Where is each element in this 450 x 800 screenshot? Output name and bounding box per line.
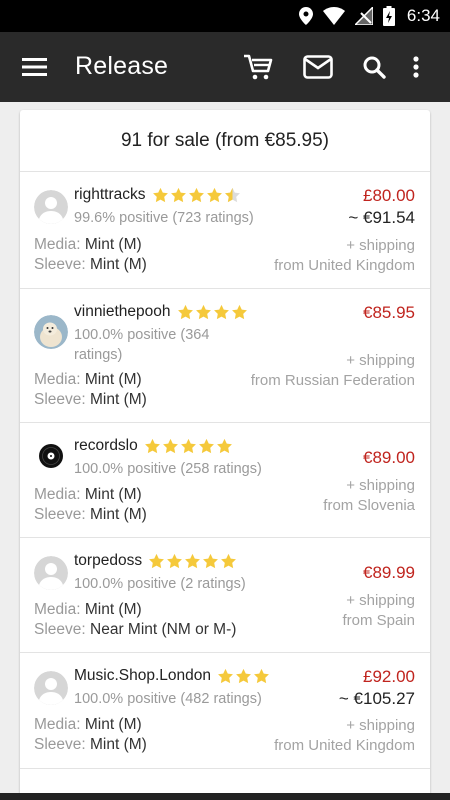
star-icon <box>195 304 211 320</box>
item-price: £92.00 <box>363 667 415 686</box>
sleeve-condition: Sleeve: Mint (M) <box>34 256 147 273</box>
listing-item[interactable]: recordslo 100.0% positive (258 ratings) … <box>20 423 430 538</box>
clock: 6:34 <box>406 6 440 25</box>
media-condition: Media: Mint (M) <box>34 371 142 388</box>
more-options-icon[interactable] <box>404 51 428 83</box>
for-sale-summary[interactable]: 91 for sale (from €85.95) <box>20 110 430 172</box>
seller-name[interactable]: vinniethepooh <box>74 303 171 321</box>
seller-rating-text: 100.0% positive (258 ratings) <box>74 461 262 477</box>
sleeve-condition: Sleeve: Near Mint (NM or M-) <box>34 621 237 638</box>
item-price: €89.99 <box>363 563 415 582</box>
default-avatar-icon <box>34 556 68 590</box>
dog-photo-avatar-icon <box>34 315 68 349</box>
seller-rating-stars <box>177 304 248 320</box>
shipping-text: + shipping <box>346 717 415 734</box>
default-avatar-icon <box>34 671 68 705</box>
media-condition: Media: Mint (M) <box>34 601 142 618</box>
seller-rating-stars <box>144 438 233 454</box>
status-bar: 6:34 <box>0 0 450 32</box>
star-icon <box>218 668 233 684</box>
seller-name[interactable]: righttracks <box>74 186 146 204</box>
star-icon <box>213 304 229 320</box>
seller-name[interactable]: recordslo <box>74 437 138 455</box>
star-icon <box>231 304 247 320</box>
star-icon <box>216 438 232 454</box>
star-icon <box>177 304 193 320</box>
shipping-text: + shipping <box>346 237 415 254</box>
item-price: €85.95 <box>363 303 415 322</box>
star-icon <box>167 553 183 569</box>
star-icon <box>188 187 204 203</box>
seller-rating-text: 100.0% positive (2 ratings) <box>74 576 246 592</box>
seller-name[interactable]: torpedoss <box>74 552 142 570</box>
default-avatar-icon <box>34 190 68 224</box>
ships-from: from Spain <box>342 612 415 629</box>
location-icon <box>298 7 313 25</box>
ships-from: from United Kingdom <box>274 737 415 754</box>
seller-rating-text: 100.0% positive (364 ratings) <box>74 327 210 363</box>
battery-charging-icon <box>382 6 395 26</box>
shipping-text: + shipping <box>346 592 415 609</box>
star-icon <box>203 553 219 569</box>
star-icon <box>221 553 237 569</box>
cart-icon[interactable] <box>242 51 274 83</box>
item-price: £80.00 <box>363 186 415 205</box>
media-condition: Media: Mint (M) <box>34 236 142 253</box>
star-icon <box>180 438 196 454</box>
converted-price: ~ €105.27 <box>338 689 415 708</box>
seller-rating-stars <box>217 668 270 684</box>
half-star-icon <box>224 187 240 203</box>
ships-from: from United Kingdom <box>274 257 415 274</box>
sleeve-condition: Sleeve: Mint (M) <box>34 736 147 753</box>
shipping-text: + shipping <box>346 352 415 369</box>
star-icon <box>152 187 168 203</box>
app-bar: Release <box>0 32 450 102</box>
mail-icon[interactable] <box>302 51 334 83</box>
navigation-bar <box>0 793 450 800</box>
vinyl-logo-avatar-icon <box>34 439 68 473</box>
seller-name[interactable]: Music.Shop.London <box>74 667 211 685</box>
seller-rating-stars <box>148 553 237 569</box>
star-icon <box>185 553 201 569</box>
star-icon <box>254 668 269 684</box>
listing-item[interactable]: vinniethepooh 100.0% positive (364 ratin… <box>20 289 430 423</box>
star-icon <box>236 668 251 684</box>
shipping-text: + shipping <box>346 477 415 494</box>
media-condition: Media: Mint (M) <box>34 716 142 733</box>
star-icon <box>144 438 160 454</box>
star-icon <box>206 187 222 203</box>
wifi-icon <box>322 7 345 25</box>
page-title: Release <box>75 52 169 80</box>
item-price: €89.00 <box>363 448 415 467</box>
listing-item[interactable]: torpedoss 100.0% positive (2 ratings) €8… <box>20 538 430 653</box>
listing-item[interactable]: righttracks 99.6% positive (723 ratings)… <box>20 172 430 289</box>
star-icon <box>162 438 178 454</box>
listing-item[interactable]: Music.Shop.London 100.0% positive (482 r… <box>20 653 430 769</box>
sleeve-condition: Sleeve: Mint (M) <box>34 391 147 408</box>
signal-icon <box>354 7 373 25</box>
sleeve-condition: Sleeve: Mint (M) <box>34 506 147 523</box>
star-icon <box>170 187 186 203</box>
seller-rating-text: 99.6% positive (723 ratings) <box>74 210 254 226</box>
star-icon <box>149 553 165 569</box>
menu-icon[interactable] <box>22 55 48 79</box>
converted-price: ~ €91.54 <box>348 208 415 227</box>
ships-from: from Russian Federation <box>250 372 415 389</box>
seller-rating-text: 100.0% positive (482 ratings) <box>74 691 262 707</box>
media-condition: Media: Mint (M) <box>34 486 142 503</box>
search-icon[interactable] <box>358 51 390 83</box>
seller-rating-stars <box>152 187 241 203</box>
ships-from: from Slovenia <box>323 497 415 514</box>
for-sale-card: 91 for sale (from €85.95) righttracks 99… <box>20 110 430 800</box>
star-icon <box>198 438 214 454</box>
